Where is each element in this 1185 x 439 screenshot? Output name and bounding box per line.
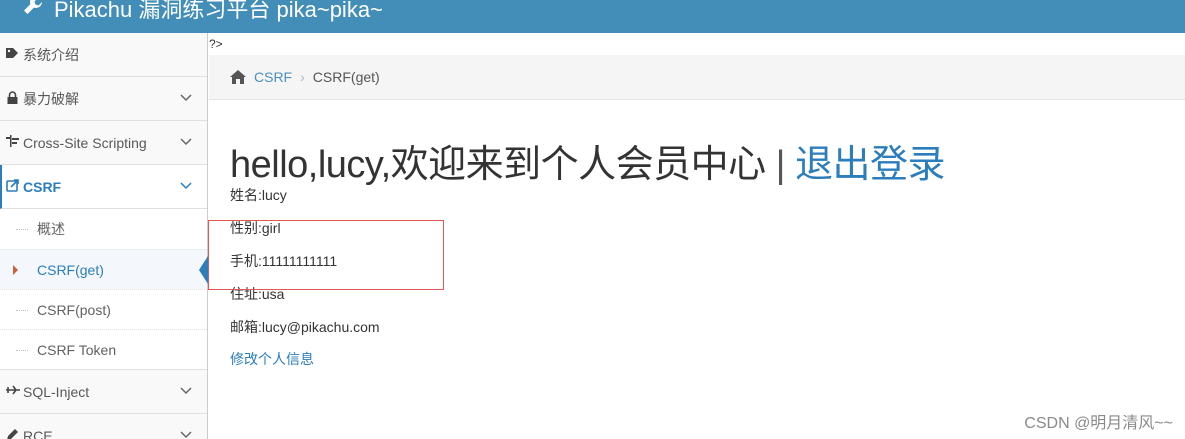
submenu-item-label: CSRF(post) xyxy=(37,301,111,318)
pencil-icon xyxy=(4,428,21,439)
breadcrumb: CSRF › CSRF(get) xyxy=(209,55,1185,100)
brand[interactable]: Pikachu 漏洞练习平台 pika~pika~ xyxy=(22,0,383,24)
sidebar-item-label: SQL-Inject xyxy=(23,383,90,400)
submenu-item-overview[interactable]: 概述 xyxy=(0,209,207,249)
sidebar-item-label: CSRF xyxy=(23,178,62,195)
chevron-down-icon xyxy=(180,431,192,439)
tag-icon xyxy=(4,47,21,62)
logout-link[interactable]: 退出登录 xyxy=(795,144,946,186)
submenu-item-csrf-token[interactable]: CSRF Token xyxy=(0,329,207,369)
greeting-text: hello,lucy,欢迎来到个人会员中心 xyxy=(230,144,766,186)
wrench-icon xyxy=(22,0,48,22)
sidebar-item-brute-force[interactable]: 暴力破解 xyxy=(0,77,207,121)
sidebar-item-xss[interactable]: Cross-Site Scripting xyxy=(0,121,207,165)
profile-address: 住址:usa xyxy=(230,286,285,302)
sidebar-item-label: Cross-Site Scripting xyxy=(23,134,147,151)
profile-phone: 手机:11111111111 xyxy=(230,253,338,269)
plane-icon xyxy=(4,384,21,399)
caret-right-icon xyxy=(13,265,18,275)
submenu-item-csrf-post[interactable]: CSRF(post) xyxy=(0,289,207,329)
list-icon xyxy=(4,135,21,150)
chevron-down-icon xyxy=(180,182,192,190)
breadcrumb-link-csrf[interactable]: CSRF xyxy=(254,69,292,85)
sidebar-item-intro[interactable]: 系统介绍 xyxy=(0,33,207,77)
chevron-down-icon xyxy=(180,138,192,146)
lock-icon xyxy=(4,90,21,107)
sidebar: 系统介绍 暴力破解 Cross-Site Scripting CSRF 概述 C… xyxy=(0,33,208,439)
php-tail-text: ?> xyxy=(209,37,223,51)
brand-title: Pikachu 漏洞练习平台 pika~pika~ xyxy=(54,0,383,22)
sidebar-item-label: RCE xyxy=(23,427,53,439)
active-pointer-icon xyxy=(199,256,208,284)
chevron-down-icon xyxy=(180,94,192,102)
edit-profile-link[interactable]: 修改个人信息 xyxy=(230,349,314,369)
page-title: hello,lucy,欢迎来到个人会员中心 | 退出登录 xyxy=(230,133,946,188)
profile-email: 邮箱:lucy@pikachu.com xyxy=(230,319,380,335)
watermark: CSDN @明月清风~~ xyxy=(1024,415,1173,432)
submenu-item-label: 概述 xyxy=(37,221,65,237)
share-icon xyxy=(4,178,21,195)
top-navbar: Pikachu 漏洞练习平台 pika~pika~ xyxy=(0,0,1185,33)
chevron-down-icon xyxy=(180,387,192,395)
submenu-item-label: CSRF Token xyxy=(37,341,117,358)
sidebar-item-label: 暴力破解 xyxy=(23,90,79,107)
profile-gender: 性别:girl xyxy=(230,220,281,236)
sidebar-item-rce[interactable]: RCE xyxy=(0,414,207,439)
breadcrumb-separator: › xyxy=(300,69,305,85)
submenu-item-csrf-get[interactable]: CSRF(get) xyxy=(0,249,208,289)
sidebar-item-csrf[interactable]: CSRF xyxy=(0,165,207,209)
csrf-submenu: 概述 CSRF(get) CSRF(post) CSRF Token xyxy=(0,209,208,370)
sidebar-item-label: 系统介绍 xyxy=(23,46,79,63)
submenu-item-label: CSRF(get) xyxy=(37,261,104,278)
profile-name: 姓名:lucy xyxy=(230,187,287,203)
main-content: ?> CSRF › CSRF(get) hello,lucy,欢迎来到个人会员中… xyxy=(209,33,1185,439)
breadcrumb-current: CSRF(get) xyxy=(312,69,380,85)
home-icon[interactable] xyxy=(229,69,247,85)
sidebar-item-sql-inject[interactable]: SQL-Inject xyxy=(0,370,207,414)
title-separator: | xyxy=(775,144,786,186)
